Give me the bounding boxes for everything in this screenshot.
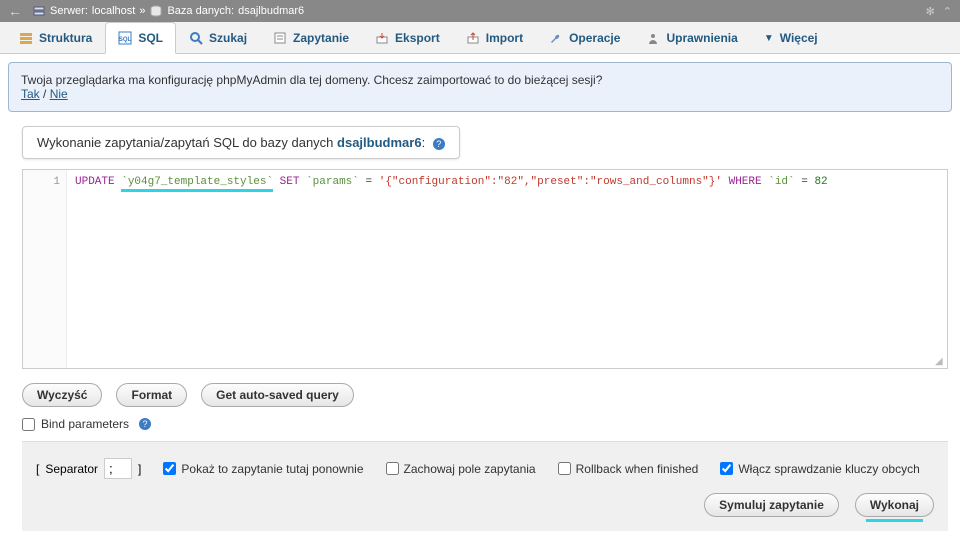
tab-label: Więcej — [780, 31, 818, 45]
privileges-icon — [646, 31, 660, 45]
separator-label: Separator — [45, 462, 98, 476]
tab-privileges[interactable]: Uprawnienia — [633, 22, 750, 53]
footer-options: [ Separator ] Pokaż to zapytanie tutaj p… — [22, 441, 948, 531]
structure-icon — [19, 31, 33, 45]
tab-bar: Struktura SQL SQL Szukaj Zapytanie Ekspor… — [0, 22, 960, 54]
auto-saved-button[interactable]: Get auto-saved query — [201, 383, 354, 407]
tab-import[interactable]: Import — [453, 22, 536, 53]
bind-parameters-label: Bind parameters — [41, 417, 129, 431]
server-icon — [32, 4, 46, 18]
server-label: Serwer: — [50, 5, 88, 17]
tab-label: SQL — [138, 31, 163, 45]
search-icon — [189, 31, 203, 45]
sql-title-db: dsajlbudmar6 — [337, 135, 422, 150]
db-label: Baza danych: — [167, 5, 234, 17]
simulate-button[interactable]: Symuluj zapytanie — [704, 493, 839, 517]
tab-operations[interactable]: Operacje — [536, 22, 633, 53]
tab-sql[interactable]: SQL SQL — [105, 22, 176, 54]
breadcrumb-sep: » — [139, 5, 145, 17]
notice-no-link[interactable]: Nie — [50, 87, 68, 101]
rollback-checkbox[interactable] — [558, 462, 571, 475]
tab-label: Szukaj — [209, 31, 247, 45]
editor-content[interactable]: UPDATE `y04g7_template_styles` SET `para… — [67, 170, 947, 368]
execute-button[interactable]: Wykonaj — [855, 493, 934, 517]
tab-query[interactable]: Zapytanie — [260, 22, 362, 53]
editor-gutter: 1 — [23, 170, 67, 368]
import-icon — [466, 31, 480, 45]
gear-icon[interactable]: ✻ — [926, 5, 935, 18]
sql-icon: SQL — [118, 31, 132, 45]
breadcrumb-bar: ← Serwer: localhost » Baza danych: dsajl… — [0, 0, 960, 22]
tab-label: Import — [486, 31, 523, 45]
wrench-icon — [549, 31, 563, 45]
caret-down-icon: ▼ — [764, 33, 774, 44]
config-notice: Twoja przeglądarka ma konfigurację phpMy… — [8, 62, 952, 112]
resize-handle-icon[interactable]: ◢ — [935, 356, 945, 366]
show-again-option[interactable]: Pokaż to zapytanie tutaj ponownie — [163, 462, 363, 476]
notice-text: Twoja przeglądarka ma konfigurację phpMy… — [21, 73, 939, 87]
tab-label: Struktura — [39, 31, 92, 45]
fk-option[interactable]: Włącz sprawdzanie kluczy obcych — [720, 462, 919, 476]
tab-label: Uprawnienia — [666, 31, 737, 45]
fk-checkbox[interactable] — [720, 462, 733, 475]
tab-structure[interactable]: Struktura — [6, 22, 105, 53]
help-icon[interactable]: ? — [139, 418, 151, 430]
retain-checkbox[interactable] — [386, 462, 399, 475]
sql-editor[interactable]: 1 UPDATE `y04g7_template_styles` SET `pa… — [22, 169, 948, 369]
notice-yes-link[interactable]: Tak — [21, 87, 40, 101]
tab-export[interactable]: Eksport — [362, 22, 453, 53]
tab-label: Zapytanie — [293, 31, 349, 45]
svg-text:SQL: SQL — [119, 37, 132, 43]
clear-button[interactable]: Wyczyść — [22, 383, 102, 407]
back-arrow-icon[interactable]: ← — [8, 3, 22, 19]
server-name[interactable]: localhost — [92, 5, 135, 17]
export-icon — [375, 31, 389, 45]
show-again-checkbox[interactable] — [163, 462, 176, 475]
db-name[interactable]: dsajlbudmar6 — [238, 5, 304, 17]
tab-label: Operacje — [569, 31, 620, 45]
query-icon — [273, 31, 287, 45]
tab-search[interactable]: Szukaj — [176, 22, 260, 53]
sql-title: Wykonanie zapytania/zapytań SQL do bazy … — [22, 126, 460, 159]
tab-more[interactable]: ▼ Więcej — [751, 22, 831, 53]
separator-input[interactable] — [104, 458, 132, 479]
collapse-icon[interactable]: ⌃ — [943, 5, 952, 18]
database-icon — [149, 4, 163, 18]
retain-option[interactable]: Zachowaj pole zapytania — [386, 462, 536, 476]
highlight-underline — [866, 519, 923, 522]
tab-label: Eksport — [395, 31, 440, 45]
help-icon[interactable]: ? — [433, 138, 445, 150]
bind-parameters-checkbox[interactable] — [22, 418, 35, 431]
format-button[interactable]: Format — [116, 383, 187, 407]
rollback-option[interactable]: Rollback when finished — [558, 462, 699, 476]
